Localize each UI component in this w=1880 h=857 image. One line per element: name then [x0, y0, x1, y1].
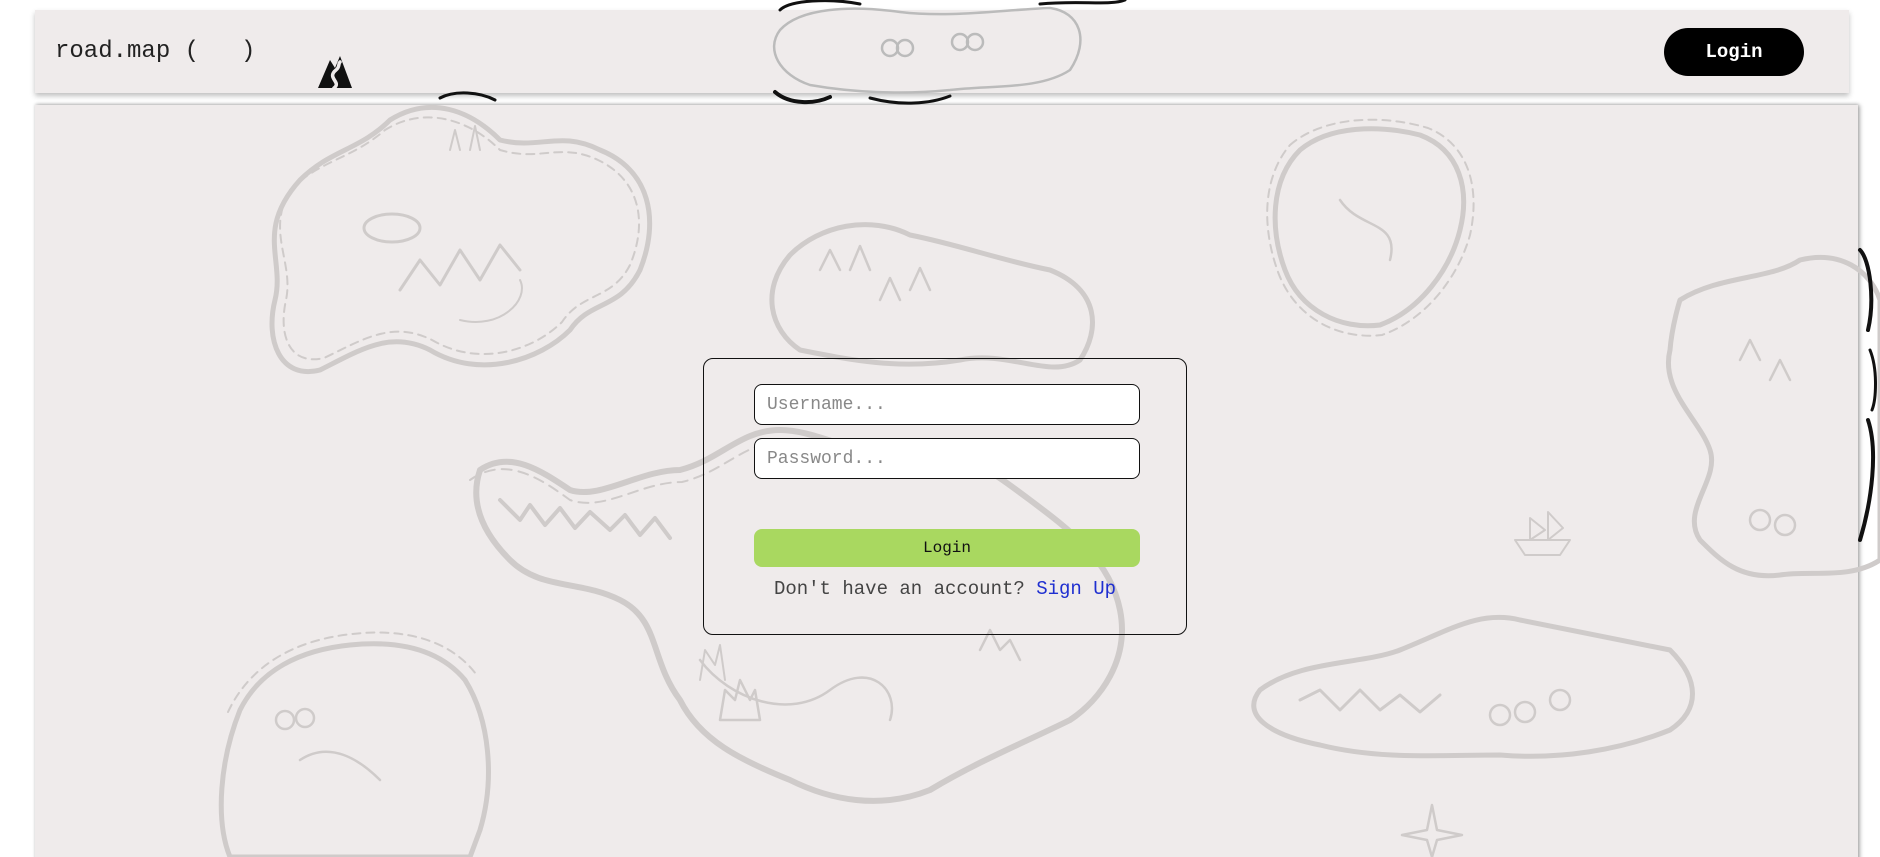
- signup-prompt-row: Don't have an account? Sign Up: [704, 578, 1186, 600]
- login-card: Login Don't have an account? Sign Up: [703, 358, 1187, 635]
- mountain-road-icon: [201, 25, 353, 90]
- username-input[interactable]: [754, 384, 1140, 425]
- signup-link[interactable]: Sign Up: [1036, 578, 1116, 600]
- brand-text-prefix: road.map (: [55, 38, 200, 65]
- brand-text-suffix: ): [241, 38, 256, 65]
- login-submit-button[interactable]: Login: [754, 529, 1140, 567]
- password-input[interactable]: [754, 438, 1140, 479]
- top-navbar: road.map ( ) Login: [35, 10, 1849, 93]
- signup-prompt-text: Don't have an account?: [773, 578, 1037, 600]
- page: road.map ( ) Login Username... Login Don…: [0, 0, 1880, 857]
- header-login-button[interactable]: Login: [1664, 28, 1804, 76]
- brand-logo[interactable]: road.map ( ): [55, 38, 353, 90]
